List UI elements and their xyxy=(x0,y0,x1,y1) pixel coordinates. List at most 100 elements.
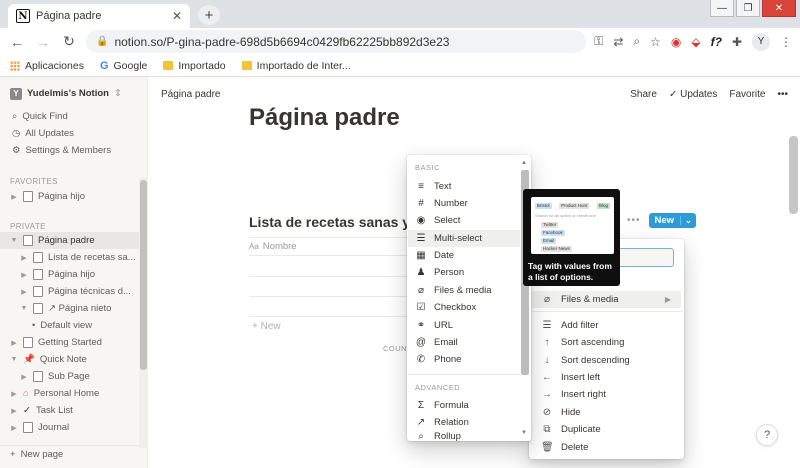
chevron-down-icon[interactable]: ⌄ xyxy=(680,216,696,225)
type-text[interactable]: ≡ Text xyxy=(408,178,520,195)
new-row-button[interactable]: + New xyxy=(252,321,281,332)
maximize-button[interactable]: ❐ xyxy=(736,0,760,17)
expand-triangle-icon[interactable]: ▶ xyxy=(20,271,28,279)
breadcrumb[interactable]: Página padre xyxy=(161,89,221,100)
table-row[interactable] xyxy=(249,316,419,317)
sidebar-all-updates[interactable]: ◷ All Updates xyxy=(0,125,148,142)
delete-item[interactable]: 🗑 Delete xyxy=(531,439,681,456)
hide-item[interactable]: ⊘ Hide xyxy=(531,404,681,421)
key-icon[interactable]: ⚿ xyxy=(594,34,603,49)
collapse-triangle-icon[interactable]: ▼ xyxy=(10,237,18,244)
table-row[interactable] xyxy=(249,276,419,277)
type-relation[interactable]: ↗ Relation xyxy=(408,414,520,431)
collapse-triangle-icon[interactable]: ▼ xyxy=(20,305,28,312)
expand-triangle-icon[interactable]: ▶ xyxy=(20,288,28,296)
sort-ascending-item[interactable]: ↑ Sort ascending xyxy=(531,334,681,351)
scroll-down-icon[interactable]: ▼ xyxy=(521,430,527,436)
column-header-nombre[interactable]: Aa Nombre xyxy=(249,237,419,256)
workspace-switcher[interactable]: Y Yudelmis's Notion ⇕ xyxy=(0,85,148,102)
bookmark-importado[interactable]: Importado xyxy=(163,60,226,72)
new-page-button[interactable]: + New page xyxy=(0,445,148,462)
type-phone[interactable]: ✆ Phone xyxy=(408,351,520,368)
translate-icon[interactable]: ⇄ xyxy=(613,35,623,49)
sidebar-settings[interactable]: ⚙ Settings & Members xyxy=(0,142,148,159)
sidebar-item-task-list[interactable]: ▶ ✓ Task List xyxy=(0,402,148,419)
type-files-media[interactable]: ⌀ Files & media xyxy=(408,282,520,299)
clock-icon: ◷ xyxy=(12,128,21,139)
sidebar-item-pagina-tecnicas[interactable]: ▶ Página técnicas d... xyxy=(0,283,148,300)
add-filter-item[interactable]: ☰ Add filter xyxy=(531,317,681,334)
address-bar[interactable]: 🔒 notion.so/P-gina-padre-698d5b6694c0429… xyxy=(86,30,587,53)
sidebar-item-default-view[interactable]: • Default view xyxy=(0,317,148,334)
property-type-item[interactable]: ⌀ Files & media ▶ xyxy=(531,291,681,308)
more-options-button[interactable]: ••• xyxy=(777,89,788,100)
close-window-button[interactable]: ✕ xyxy=(762,0,796,17)
sort-descending-item[interactable]: ↓ Sort descending xyxy=(531,352,681,369)
sidebar-item-pagina-hijo[interactable]: ▶ Página hijo xyxy=(0,266,148,283)
minimize-button[interactable]: — xyxy=(710,0,734,17)
help-button[interactable]: ? xyxy=(756,424,778,446)
back-icon[interactable]: ← xyxy=(8,34,26,50)
sidebar-item-lista-recetas[interactable]: ▶ Lista de recetas sa... xyxy=(0,249,148,266)
main-scrollbar[interactable] xyxy=(787,111,800,468)
type-email[interactable]: @ Email xyxy=(408,334,520,351)
sidebar-item-quick-note[interactable]: ▼ 📌 Quick Note xyxy=(0,351,148,368)
sidebar-item-pagina-padre[interactable]: ▼ Página padre xyxy=(0,232,148,249)
duplicate-item[interactable]: ⧉ Duplicate xyxy=(531,421,681,438)
bookmark-importado-inter[interactable]: Importado de Inter... xyxy=(241,60,351,72)
table-row[interactable] xyxy=(249,296,419,297)
type-url[interactable]: ⚭ URL xyxy=(408,317,520,334)
scrollbar-thumb[interactable] xyxy=(140,180,147,370)
zoom-icon[interactable]: ⌕ xyxy=(633,34,640,49)
expand-triangle-icon[interactable]: ▶ xyxy=(10,390,18,398)
share-button[interactable]: Share xyxy=(630,89,657,100)
new-record-button[interactable]: New ⌄ xyxy=(648,213,696,228)
sidebar-item-sub-page[interactable]: ▶ Sub Page xyxy=(0,368,148,385)
database-more-icon[interactable]: ••• xyxy=(627,215,641,226)
expand-triangle-icon[interactable]: ▶ xyxy=(20,254,28,262)
scroll-up-icon[interactable]: ▲ xyxy=(521,160,527,166)
filter-icon: ☰ xyxy=(542,320,552,331)
collapse-triangle-icon[interactable]: ▼ xyxy=(10,356,18,363)
browser-tab[interactable]: N Página padre ✕ xyxy=(8,4,190,28)
sidebar-scrollbar[interactable] xyxy=(139,178,148,448)
sidebar-item-personal-home[interactable]: ▶ ⌂ Personal Home xyxy=(0,385,148,402)
type-checkbox[interactable]: ☑ Checkbox xyxy=(408,299,520,316)
expand-triangle-icon[interactable]: ▶ xyxy=(10,424,18,432)
menu-dots-icon[interactable]: ⋮ xyxy=(780,35,792,49)
extensions-puzzle-icon[interactable]: ✚ xyxy=(732,35,742,49)
sidebar-item-journal[interactable]: ▶ Journal xyxy=(0,419,148,436)
updates-button[interactable]: ✓ Updates xyxy=(669,89,717,100)
scrollbar-thumb[interactable] xyxy=(789,136,798,214)
forward-icon[interactable]: → xyxy=(34,34,52,50)
expand-triangle-icon[interactable]: ▶ xyxy=(20,373,28,381)
type-date[interactable]: ▦ Date xyxy=(408,247,520,264)
insert-right-item[interactable]: → Insert right xyxy=(531,386,681,403)
extension-tag-icon[interactable]: ⬙ xyxy=(691,35,700,49)
expand-triangle-icon[interactable]: ▶ xyxy=(10,193,18,201)
bookmark-google[interactable]: G Google xyxy=(100,60,147,72)
type-rollup[interactable]: ⌕ Rollup xyxy=(408,431,520,441)
type-select[interactable]: ◉ Select xyxy=(408,212,520,229)
favorite-item-pagina-hijo[interactable]: ▶ Página hijo xyxy=(0,188,148,205)
favorite-button[interactable]: Favorite xyxy=(729,89,765,100)
profile-avatar[interactable]: Y xyxy=(752,32,770,51)
star-icon[interactable]: ☆ xyxy=(650,35,661,49)
reload-icon[interactable]: ↻ xyxy=(60,33,78,50)
type-formula[interactable]: Σ Formula xyxy=(408,397,520,414)
sidebar-item-getting-started[interactable]: ▶ Getting Started xyxy=(0,334,148,351)
extension-f-icon[interactable]: f? xyxy=(711,35,722,49)
sidebar-quick-find[interactable]: ⌕ Quick Find xyxy=(0,108,148,125)
extension-red-icon[interactable]: ◉ xyxy=(671,35,681,49)
expand-triangle-icon[interactable]: ▶ xyxy=(10,407,18,415)
type-number[interactable]: # Number xyxy=(408,195,520,212)
insert-left-item[interactable]: ← Insert left xyxy=(531,369,681,386)
page-title[interactable]: Página padre xyxy=(249,104,400,132)
sidebar-item-pagina-nieto[interactable]: ▼ ↗ Página nieto xyxy=(0,300,148,317)
type-person[interactable]: ♟ Person xyxy=(408,264,520,281)
expand-triangle-icon[interactable]: ▶ xyxy=(10,339,18,347)
bookmark-apps[interactable]: Aplicaciones xyxy=(10,60,84,72)
type-multi-select[interactable]: ☰ Multi-select xyxy=(408,230,520,247)
close-tab-icon[interactable]: ✕ xyxy=(172,9,182,23)
new-tab-button[interactable]: + xyxy=(198,5,220,25)
